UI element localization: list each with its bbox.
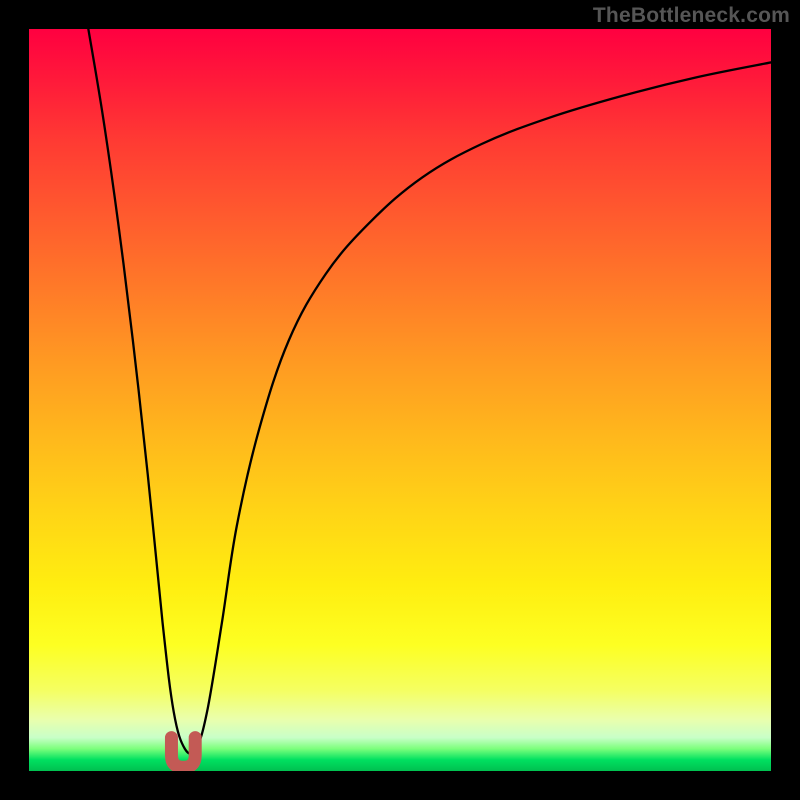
chart-plot-area — [29, 29, 771, 771]
chart-frame: TheBottleneck.com — [0, 0, 800, 800]
chart-svg — [29, 29, 771, 771]
watermark-text: TheBottleneck.com — [593, 4, 790, 28]
bottleneck-curve — [88, 29, 771, 754]
bottom-u-marker — [171, 738, 195, 768]
